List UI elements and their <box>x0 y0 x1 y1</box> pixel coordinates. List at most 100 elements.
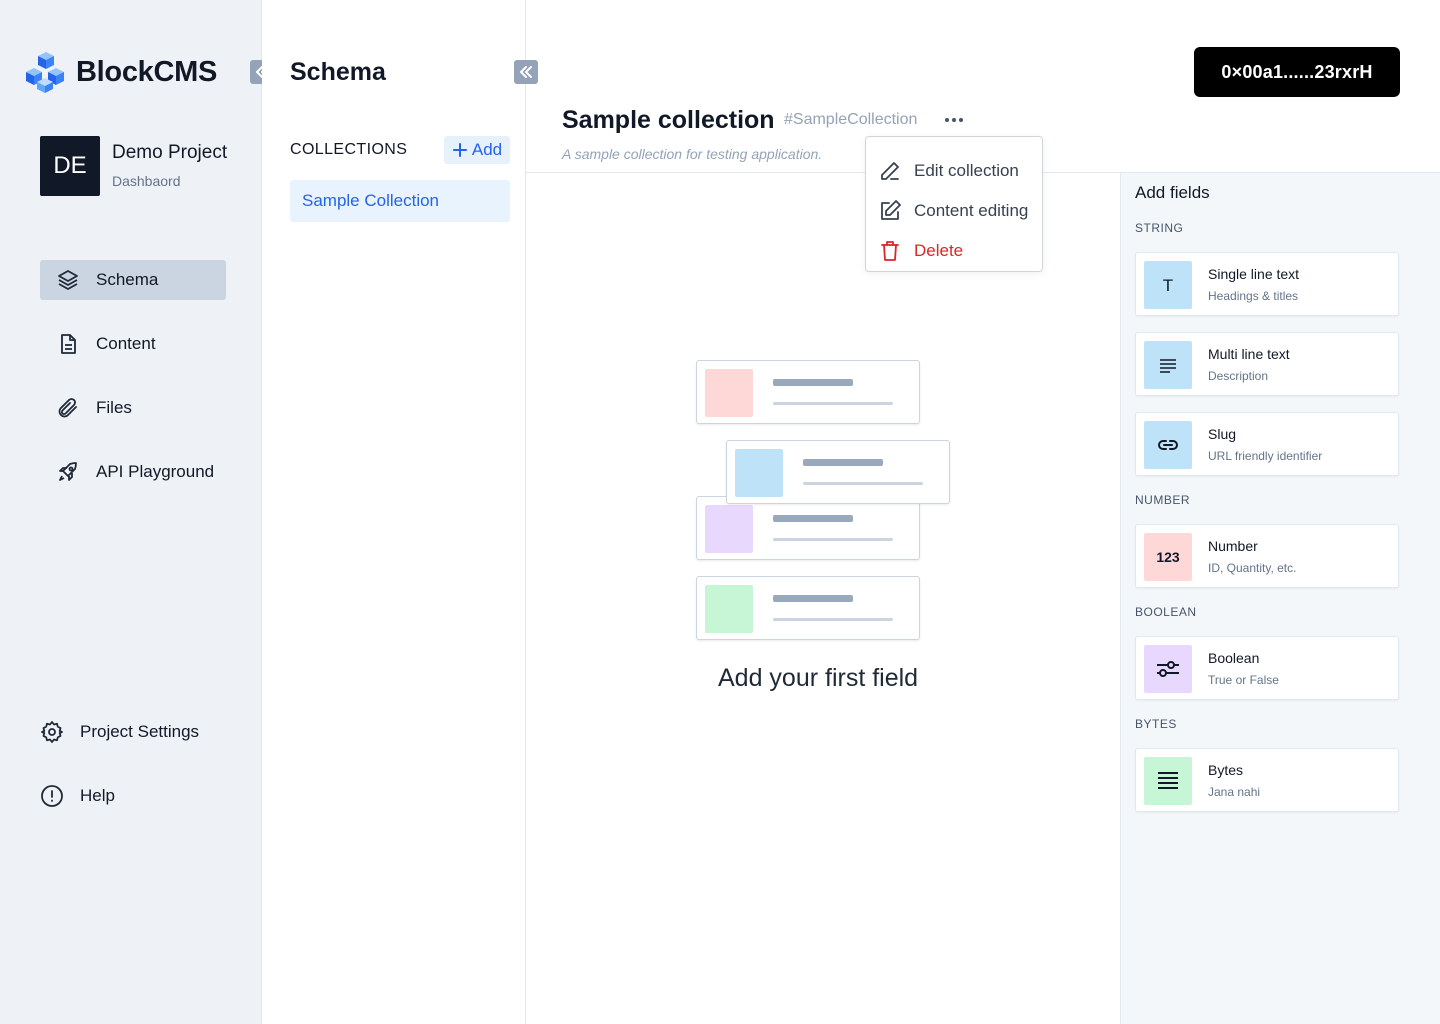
collection-tag: #SampleCollection <box>784 111 918 128</box>
sidebar-item-help[interactable]: Help <box>40 776 240 816</box>
placeholder-card <box>696 360 920 424</box>
dot <box>945 118 949 122</box>
sidebar-item-label: API Playground <box>96 462 215 481</box>
add-fields-title: Add fields <box>1135 183 1210 202</box>
placeholder-line <box>803 482 923 485</box>
sidebar-item-api-playground[interactable]: API Playground <box>40 452 226 492</box>
schema-panel-title: Schema <box>290 58 386 86</box>
field-card-boolean[interactable]: Boolean True or False <box>1135 636 1399 700</box>
rocket-icon <box>59 462 77 481</box>
collection-description: A sample collection for testing applicat… <box>562 146 823 162</box>
chevrons-left-icon <box>520 66 532 78</box>
menu-item-label: Edit collection <box>914 161 1019 180</box>
placeholder-swatch <box>735 449 783 497</box>
sidebar-item-files[interactable]: Files <box>40 388 226 428</box>
add-fields-panel: Add fields STRING T Single line text Hea… <box>1120 173 1440 1024</box>
menu-item-label: Delete <box>914 241 964 260</box>
text-t-icon: T <box>1144 261 1192 309</box>
field-card-slug[interactable]: Slug URL friendly identifier <box>1135 412 1399 476</box>
paperclip-icon <box>58 398 77 418</box>
field-name: Multi line text <box>1208 346 1290 362</box>
field-category-string: STRING <box>1135 221 1184 235</box>
field-description: URL friendly identifier <box>1208 449 1323 463</box>
field-description: ID, Quantity, etc. <box>1208 561 1297 575</box>
sidebar-item-content[interactable]: Content <box>40 324 226 364</box>
placeholder-swatch <box>705 369 753 417</box>
sidebar-bottom-nav: Project Settings Help <box>40 712 240 840</box>
collection-more-button[interactable] <box>942 110 966 130</box>
placeholder-line <box>773 515 853 522</box>
menu-item-edit-collection[interactable]: Edit collection <box>866 151 1042 191</box>
placeholder-swatch <box>705 585 753 633</box>
gear-icon <box>41 721 63 743</box>
field-name: Boolean <box>1208 650 1260 666</box>
placeholder-line <box>773 538 893 541</box>
pencil-icon <box>881 162 899 180</box>
placeholder-line <box>773 402 893 405</box>
project-switcher[interactable]: DE Demo Project Dashbaord <box>40 136 227 196</box>
schema-panel: Schema COLLECTIONS Add Sample Collection <box>262 0 526 1024</box>
document-icon <box>61 334 76 354</box>
field-card-multi-line-text[interactable]: Multi line text Description <box>1135 332 1399 396</box>
placeholder-card <box>696 576 920 640</box>
cubes-logo-icon <box>26 52 64 93</box>
placeholder-line <box>803 459 883 466</box>
field-card-bytes[interactable]: Bytes Jana nahi <box>1135 748 1399 812</box>
sidebar-item-label: Schema <box>96 270 159 289</box>
placeholder-line <box>773 379 853 386</box>
app-root: BlockCMS DE Demo Project Dashbaord Schem… <box>0 0 1440 1024</box>
sidebar-item-label: Help <box>80 786 115 805</box>
sidebar-item-label: Content <box>96 334 156 353</box>
field-description: Description <box>1208 369 1269 383</box>
field-category-bytes: BYTES <box>1135 717 1177 731</box>
trash-icon <box>881 241 899 261</box>
number-123-icon: 123 <box>1144 533 1192 581</box>
field-category-boolean: BOOLEAN <box>1135 605 1197 619</box>
field-card-number[interactable]: 123 Number ID, Quantity, etc. <box>1135 524 1399 588</box>
placeholder-card <box>726 440 950 504</box>
binary-icon <box>1144 757 1192 805</box>
field-category-number: NUMBER <box>1135 493 1191 507</box>
sidebar-item-schema[interactable]: Schema <box>40 260 226 300</box>
placeholder-card <box>696 496 920 560</box>
layers-icon <box>58 270 78 290</box>
link-icon <box>1144 421 1192 469</box>
lines-icon <box>1144 341 1192 389</box>
field-name: Number <box>1208 538 1258 554</box>
edit-square-icon <box>881 200 901 220</box>
field-name: Bytes <box>1208 762 1244 778</box>
add-collection-button[interactable]: Add <box>444 136 510 164</box>
field-description: Headings & titles <box>1208 289 1299 303</box>
dot <box>952 118 956 122</box>
placeholder-swatch <box>705 505 753 553</box>
collection-actions-menu: Edit collection Content editing Delete <box>865 136 1043 272</box>
menu-item-content-editing[interactable]: Content editing <box>866 191 1042 231</box>
field-name: Slug <box>1208 426 1237 442</box>
sliders-icon <box>1144 645 1192 693</box>
number-icon-glyph: 123 <box>1156 549 1180 565</box>
collection-item-sample[interactable]: Sample Collection <box>290 180 510 222</box>
dot <box>959 118 963 122</box>
menu-item-delete[interactable]: Delete <box>866 231 1042 271</box>
placeholder-line <box>773 595 853 602</box>
field-description: True or False <box>1208 673 1279 687</box>
field-card-single-line-text[interactable]: T Single line text Headings & titles <box>1135 252 1399 316</box>
field-description: Jana nahi <box>1208 785 1261 799</box>
plus-icon <box>452 143 467 157</box>
wallet-address-button[interactable]: 0×00a1......23rxrH <box>1194 47 1400 97</box>
placeholder-line <box>773 618 893 621</box>
collections-heading: COLLECTIONS <box>290 141 408 158</box>
sidebar-nav: Schema Content Files API Playground <box>40 260 226 516</box>
empty-state-text: Add your first field <box>718 664 919 692</box>
svg-text:T: T <box>1163 276 1173 295</box>
collapse-schema-panel-button[interactable] <box>514 60 538 84</box>
project-avatar: DE <box>40 136 100 196</box>
sidebar-item-project-settings[interactable]: Project Settings <box>40 712 240 752</box>
main-sidebar: BlockCMS DE Demo Project Dashbaord Schem… <box>0 0 262 1024</box>
menu-item-label: Content editing <box>914 201 1029 220</box>
app-logo[interactable]: BlockCMS <box>24 50 217 94</box>
sidebar-item-label: Files <box>96 398 132 417</box>
project-subtitle: Dashbaord <box>112 173 181 189</box>
collection-title: Sample collection <box>562 106 775 134</box>
field-name: Single line text <box>1208 266 1300 282</box>
